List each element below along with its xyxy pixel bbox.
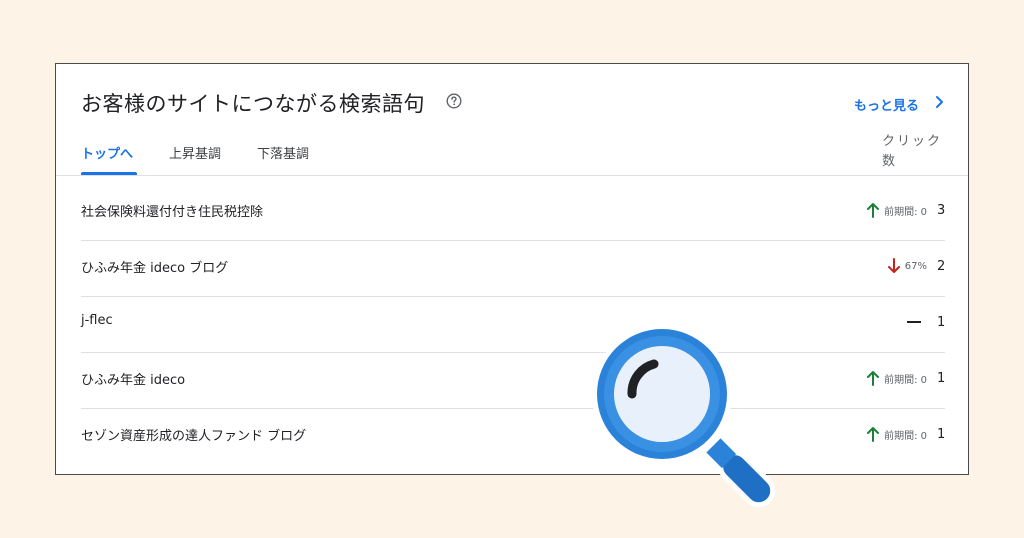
more-link[interactable]: もっと見る xyxy=(854,95,919,114)
arrow-up-icon xyxy=(867,203,880,218)
click-count: 1 xyxy=(937,314,946,330)
tab-falling[interactable]: 下落基調 xyxy=(257,143,309,162)
no-change-dash-icon xyxy=(907,321,921,323)
trend-text: 前期間: 0 xyxy=(884,430,927,442)
table-row[interactable]: ひふみ年金 ideco 前期間: 0 1 xyxy=(81,352,945,408)
table-row[interactable]: j-flec 1 xyxy=(81,296,945,352)
query-text: ひふみ年金 ideco xyxy=(81,373,186,388)
query-text: j-flec xyxy=(81,313,113,328)
header-divider xyxy=(56,175,968,176)
query-text: 社会保険料還付付き住民税控除 xyxy=(81,205,264,220)
row-metrics: 1 xyxy=(907,312,945,332)
row-metrics: 前期間: 0 1 xyxy=(866,424,945,444)
trend-text: 67% xyxy=(904,260,927,272)
chevron-right-icon[interactable] xyxy=(934,95,946,109)
tab-rising[interactable]: 上昇基調 xyxy=(169,143,221,162)
click-count: 2 xyxy=(937,258,946,274)
row-metrics: 前期間: 0 3 xyxy=(866,200,945,220)
table-row[interactable]: ひふみ年金 ideco ブログ 67% 2 xyxy=(81,240,945,296)
table-row[interactable]: セゾン資産形成の達人ファンド ブログ 前期間: 0 1 xyxy=(81,408,945,464)
row-metrics: 前期間: 0 1 xyxy=(866,368,945,388)
clicks-column-header[interactable]: クリック数 xyxy=(882,132,942,172)
arrow-up-icon xyxy=(867,371,880,386)
click-count: 3 xyxy=(937,202,946,218)
magnifying-glass-icon xyxy=(592,324,776,508)
arrow-down-icon xyxy=(887,258,900,273)
tab-top[interactable]: トップへ xyxy=(81,143,133,162)
click-count: 1 xyxy=(937,370,946,386)
click-count: 1 xyxy=(937,426,946,442)
card-title: お客様のサイトにつながる検索語句 xyxy=(81,92,425,116)
help-circle-icon[interactable] xyxy=(446,93,462,109)
trend-text: 前期間: 0 xyxy=(884,374,927,386)
trend-text: 前期間: 0 xyxy=(884,206,927,218)
row-metrics: 67% 2 xyxy=(887,256,945,276)
search-queries-card: お客様のサイトにつながる検索語句 もっと見る トップへ 上昇基調 下落基調 クリ… xyxy=(55,63,969,475)
query-text: ひふみ年金 ideco ブログ xyxy=(81,261,229,276)
arrow-up-icon xyxy=(867,427,880,442)
query-text: セゾン資産形成の達人ファンド ブログ xyxy=(81,429,307,444)
table-row[interactable]: 社会保険料還付付き住民税控除 前期間: 0 3 xyxy=(81,184,945,240)
